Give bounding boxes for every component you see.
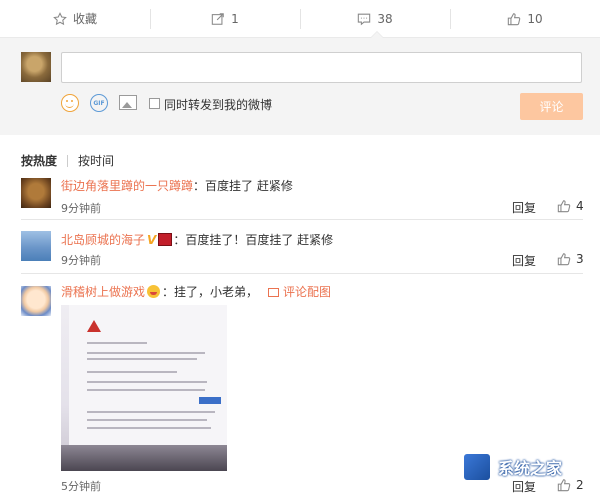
gif-icon[interactable]: GIF xyxy=(90,94,108,112)
emoji-icon[interactable] xyxy=(61,94,79,112)
comment-body: ：百度挂了！百度挂了 赶紧修 xyxy=(173,233,334,247)
thumbs-up-icon xyxy=(557,253,571,266)
comment-icon xyxy=(358,13,371,25)
comment-time: 9分钟前 xyxy=(61,202,101,215)
thumbs-up-icon xyxy=(508,12,521,25)
comment-divider xyxy=(21,219,583,220)
photo-text-line xyxy=(87,419,207,421)
face-emoji-icon xyxy=(147,285,161,298)
avatar[interactable] xyxy=(21,178,51,208)
photo-text-line xyxy=(87,342,147,344)
like-count: 10 xyxy=(527,11,543,26)
reply-button[interactable]: 回复 xyxy=(512,199,536,216)
repost-count: 1 xyxy=(231,11,239,26)
verified-badge: V xyxy=(147,233,157,247)
comment-text: 街边角落里蹲的一只蹲蹲：百度挂了 赶紧修 xyxy=(61,177,293,194)
photo-text-line xyxy=(87,411,215,413)
thumbs-up-icon xyxy=(557,200,571,213)
avatar[interactable] xyxy=(21,231,51,261)
star-icon xyxy=(53,11,67,25)
comment-like-button[interactable]: 3 xyxy=(557,252,584,266)
photo-text-line xyxy=(87,389,205,391)
avatar[interactable] xyxy=(21,286,51,316)
comment-divider xyxy=(21,273,583,274)
comment-body: ：挂了，小老弟， xyxy=(162,285,259,299)
comment-time: 9分钟前 xyxy=(61,254,101,267)
repost-checkbox[interactable] xyxy=(149,98,160,109)
tab-by-time[interactable]: 按时间 xyxy=(78,152,114,169)
comment-input[interactable] xyxy=(61,52,582,83)
repost-checkbox-label: 同时转发到我的微博 xyxy=(164,98,273,112)
active-tab-caret xyxy=(370,31,384,38)
comment-username[interactable]: 北岛顾城的海子 xyxy=(61,233,145,247)
watermark-text: 系统之家 xyxy=(498,459,563,478)
site-watermark: 系统之家 xyxy=(462,444,598,490)
comment-time: 5分钟前 xyxy=(61,480,101,493)
like-button[interactable]: 10 xyxy=(450,0,600,37)
favorite-button[interactable]: 收藏 xyxy=(0,0,150,37)
comment-picture-label: 评论配图 xyxy=(283,285,332,299)
comment-username[interactable]: 滑稽树上做游戏 xyxy=(61,285,145,299)
image-icon[interactable] xyxy=(119,95,137,110)
sort-tabs: 按热度 按时间 xyxy=(21,152,114,169)
comment-text: 北岛顾城的海子 V ：百度挂了！百度挂了 赶紧修 xyxy=(61,231,333,248)
photo-text-line xyxy=(87,427,211,429)
photo-text-line xyxy=(87,371,177,373)
comment-like-count: 4 xyxy=(576,199,584,213)
photo-text-line xyxy=(87,352,205,354)
watermark-logo-icon xyxy=(462,452,492,482)
warning-triangle-icon xyxy=(87,320,101,332)
reply-button[interactable]: 回复 xyxy=(512,252,536,269)
repost-icon xyxy=(211,12,224,25)
photo-text-line xyxy=(87,358,197,360)
photo-text-line xyxy=(87,381,207,383)
action-bar: 收藏 1 38 10 xyxy=(0,0,600,38)
tab-separator xyxy=(67,154,69,167)
photo-laptop-edge xyxy=(61,445,227,471)
submit-comment-button[interactable]: 评论 xyxy=(520,93,583,120)
comment-like-count: 3 xyxy=(576,252,584,266)
picture-icon xyxy=(268,288,280,297)
comment-username[interactable]: 街边角落里蹲的一只蹲蹲 xyxy=(61,179,193,193)
comment-count: 38 xyxy=(377,11,393,26)
comment-picture-link[interactable]: 评论配图 xyxy=(268,285,331,299)
comment-text: 滑稽树上做游戏 ：挂了，小老弟， 评论配图 xyxy=(61,283,331,300)
repost-button[interactable]: 1 xyxy=(150,0,300,37)
favorite-label: 收藏 xyxy=(72,12,97,26)
current-user-avatar xyxy=(21,52,51,82)
comment-body: ：百度挂了 赶紧修 xyxy=(193,179,293,193)
photo-blue-button xyxy=(199,397,221,404)
comment-composer: GIF 同时转发到我的微博 评论 xyxy=(0,38,600,135)
member-badge-icon xyxy=(158,233,173,246)
tab-by-hot[interactable]: 按热度 xyxy=(21,152,57,169)
comment-like-button[interactable]: 4 xyxy=(557,199,584,213)
comment-attached-photo[interactable] xyxy=(61,305,227,471)
